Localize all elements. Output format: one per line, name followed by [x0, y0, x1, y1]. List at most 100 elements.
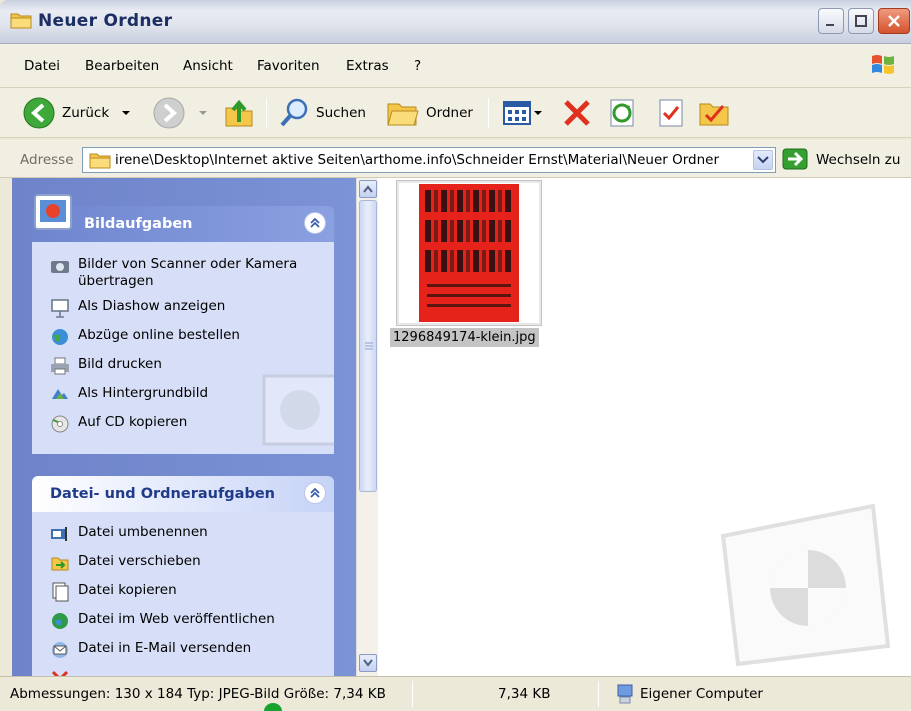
globe-icon [52, 329, 68, 345]
double-chevron-up-icon [310, 217, 320, 228]
up-folder-button[interactable] [222, 96, 256, 130]
email-icon [52, 642, 68, 658]
grip-icon [365, 342, 373, 350]
address-dropdown-button[interactable] [753, 150, 773, 170]
printer-icon [51, 357, 69, 375]
task-move[interactable]: Datei verschieben [50, 553, 201, 573]
chevron-down-icon[interactable] [196, 108, 210, 118]
chevron-down-icon[interactable] [119, 108, 133, 118]
image-tasks-header[interactable]: Bildaufgaben [32, 206, 334, 242]
views-icon [503, 101, 531, 125]
menu-datei[interactable]: Datei [24, 58, 60, 74]
collapse-image-tasks-button[interactable] [304, 212, 326, 234]
slideshow-icon [51, 299, 69, 318]
window-title: Neuer Ordner [38, 11, 173, 31]
minimize-icon [826, 24, 834, 26]
task-label: Auf CD kopieren [78, 414, 188, 430]
file-view: 1296849174-klein.jpg [378, 178, 911, 676]
watermark-icon [262, 374, 334, 446]
address-label: Adresse [20, 152, 74, 168]
picture-tasks-icon [34, 194, 72, 230]
chevron-up-icon [363, 185, 373, 193]
address-input[interactable]: irene\Desktop\Internet aktive Seiten\art… [82, 147, 776, 173]
rename-icon [51, 527, 67, 541]
refresh-icon [610, 99, 634, 127]
menu-bearbeiten[interactable]: Bearbeiten [85, 58, 159, 74]
task-order-prints[interactable]: Abzüge online bestellen [50, 327, 240, 347]
go-arrow-icon[interactable] [782, 148, 808, 170]
scroll-thumb[interactable] [359, 200, 377, 492]
refresh-button[interactable] [608, 96, 638, 130]
image-thumbnail[interactable] [396, 180, 542, 326]
task-label: Als Diashow anzeigen [78, 298, 226, 314]
views-button[interactable] [502, 96, 544, 130]
task-email[interactable]: Datei in E-Mail versenden [50, 640, 251, 660]
chevron-down-icon[interactable] [532, 108, 544, 118]
poster-small-text [427, 294, 511, 297]
check-document-icon [659, 99, 683, 127]
properties-button[interactable] [656, 96, 686, 130]
menu-help[interactable]: ? [414, 58, 421, 74]
folder-icon [10, 13, 32, 29]
desktop-icon [52, 389, 68, 399]
task-copy[interactable]: Datei kopieren [50, 582, 177, 602]
forward-button[interactable] [152, 96, 210, 130]
task-label: Als Hintergrundbild [78, 385, 209, 401]
folder-check-icon [699, 103, 729, 126]
folders-label: Ordner [426, 105, 473, 121]
scroll-down-button[interactable] [359, 654, 377, 672]
task-rename[interactable]: Datei umbenennen [50, 524, 208, 544]
task-wallpaper[interactable]: Als Hintergrundbild [50, 385, 208, 405]
toolbar: Zurück Suchen Ordner [0, 88, 911, 138]
menu-favoriten[interactable]: Favoriten [257, 58, 320, 74]
folder-icon [89, 153, 111, 169]
folders-icon [387, 103, 419, 126]
status-size: 7,34 KB [498, 686, 551, 702]
poster-small-text [427, 284, 511, 287]
status-divider [598, 681, 599, 707]
toolbar-separator [266, 98, 267, 128]
file-tasks-body: Datei umbenennen Datei verschieben Datei… [32, 512, 334, 676]
task-slideshow[interactable]: Als Diashow anzeigen [50, 298, 225, 318]
task-print[interactable]: Bild drucken [50, 356, 162, 376]
task-delete-partial[interactable] [50, 669, 78, 676]
menu-extras[interactable]: Extras [346, 58, 389, 74]
menu-ansicht[interactable]: Ansicht [183, 58, 233, 74]
title-bar[interactable]: Neuer Ordner [0, 0, 911, 44]
search-icon [280, 98, 308, 127]
toolbar-separator [488, 98, 489, 128]
file-name-label[interactable]: 1296849174-klein.jpg [390, 328, 539, 347]
task-label: Datei verschieben [78, 553, 201, 569]
delete-icon [564, 100, 590, 126]
task-scanner-camera[interactable]: Bilder von Scanner oder Kamera übertrage… [50, 256, 308, 290]
back-button[interactable]: Zurück [22, 96, 133, 130]
go-button-label[interactable]: Wechseln zu [816, 152, 900, 168]
task-label: Bild drucken [78, 356, 162, 372]
poster-text-line [425, 250, 513, 272]
task-pane-scrollbar[interactable] [356, 178, 378, 676]
delete-icon [51, 670, 69, 676]
poster-image [419, 184, 519, 322]
copy-icon [52, 582, 69, 602]
cd-icon [51, 415, 69, 433]
collapse-file-tasks-button[interactable] [304, 482, 326, 504]
task-copy-cd[interactable]: Auf CD kopieren [50, 414, 187, 434]
close-button[interactable] [878, 8, 910, 34]
file-tasks-header[interactable]: Datei- und Ordneraufgaben [32, 476, 334, 512]
chevron-down-icon [363, 659, 373, 667]
delete-button[interactable] [560, 96, 594, 130]
maximize-icon [855, 15, 867, 27]
forward-arrow-icon [153, 97, 185, 129]
task-publish-web[interactable]: Datei im Web veröffentlichen [50, 611, 275, 631]
menu-bar: Datei Bearbeiten Ansicht Favoriten Extra… [0, 44, 911, 88]
minimize-button[interactable] [818, 8, 844, 34]
folders-button[interactable]: Ordner [386, 96, 473, 130]
double-chevron-up-icon [310, 487, 320, 498]
status-details: Abmessungen: 130 x 184 Typ: JPEG-Bild Gr… [10, 686, 386, 702]
search-button[interactable]: Suchen [278, 96, 366, 130]
maximize-button[interactable] [848, 8, 874, 34]
status-zone: Eigener Computer [640, 686, 763, 702]
task-label: Datei in E-Mail versenden [78, 640, 252, 656]
scroll-up-button[interactable] [359, 180, 377, 198]
folder-options-button[interactable] [698, 96, 730, 130]
